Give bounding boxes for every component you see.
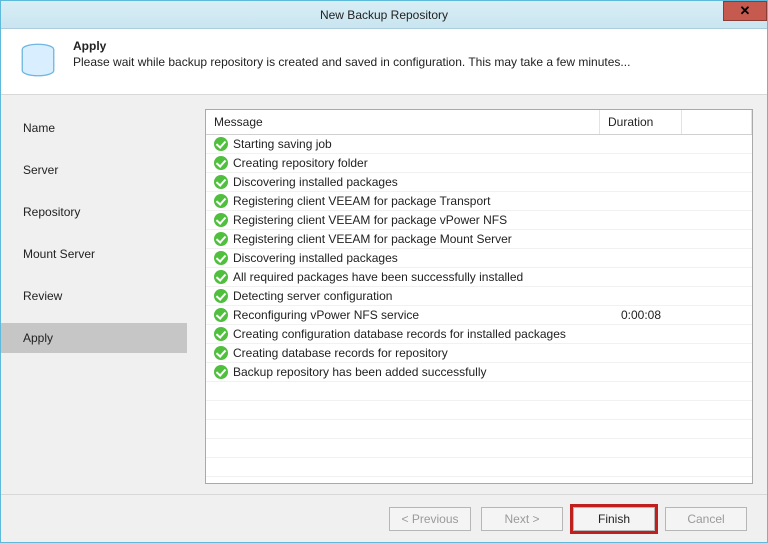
log-message-text: Registering client VEEAM for package vPo… (233, 213, 507, 227)
table-row: Creating database records for repository (206, 344, 752, 363)
table-row: Registering client VEEAM for package Tra… (206, 192, 752, 211)
check-icon (214, 194, 228, 208)
check-icon (214, 327, 228, 341)
table-row: Registering client VEEAM for package Mou… (206, 230, 752, 249)
check-icon (214, 232, 228, 246)
sidebar-item-server[interactable]: Server (1, 155, 187, 185)
log-message-text: Registering client VEEAM for package Tra… (233, 194, 490, 208)
log-message-text: Starting saving job (233, 137, 332, 151)
table-row (206, 401, 752, 420)
log-duration-text (600, 154, 682, 172)
wizard-footer: < Previous Next > Finish Cancel (1, 494, 767, 542)
log-duration-text (600, 211, 682, 229)
log-message-text: Discovering installed packages (233, 175, 398, 189)
log-message-text: All required packages have been successf… (233, 270, 523, 284)
sidebar-item-apply[interactable]: Apply (1, 323, 187, 353)
log-message-text: Registering client VEEAM for package Mou… (233, 232, 512, 246)
log-duration-text (600, 249, 682, 267)
repository-icon (17, 39, 59, 84)
check-icon (214, 251, 228, 265)
next-button: Next > (481, 507, 563, 531)
wizard-content: Name Server Repository Mount Server Review Ap… (1, 95, 767, 494)
table-row: Starting saving job (206, 135, 752, 154)
table-row: All required packages have been successf… (206, 268, 752, 287)
log-message-text: Backup repository has been added success… (233, 365, 486, 379)
sidebar-item-repository[interactable]: Repository (1, 197, 187, 227)
log-duration-text (600, 192, 682, 210)
sidebar-item-review[interactable]: Review (1, 281, 187, 311)
check-icon (214, 346, 228, 360)
log-message-text: Creating configuration database records … (233, 327, 566, 341)
column-header-message[interactable]: Message (206, 110, 600, 134)
table-row (206, 382, 752, 401)
log-duration-text (600, 344, 682, 362)
cancel-button: Cancel (665, 507, 747, 531)
page-title: Apply (73, 39, 630, 53)
table-body: Starting saving job Creating repository f… (206, 135, 752, 477)
titlebar: New Backup Repository ✕ (1, 1, 767, 29)
check-icon (214, 175, 228, 189)
close-button[interactable]: ✕ (723, 1, 767, 21)
previous-button: < Previous (389, 507, 471, 531)
wizard-header: Apply Please wait while backup repositor… (1, 29, 767, 95)
wizard-steps-sidebar: Name Server Repository Mount Server Review Ap… (1, 95, 187, 494)
log-message-text: Reconfiguring vPower NFS service (233, 308, 419, 322)
table-row: Registering client VEEAM for package vPo… (206, 211, 752, 230)
progress-log-table: Message Duration Starting saving job Crea… (205, 109, 753, 484)
table-row: Discovering installed packages (206, 249, 752, 268)
log-duration-text: 0:00:08 (600, 306, 682, 324)
log-duration-text (600, 325, 682, 343)
table-row: Creating repository folder (206, 154, 752, 173)
table-row: Detecting server configuration (206, 287, 752, 306)
column-header-duration[interactable]: Duration (600, 110, 682, 134)
finish-button[interactable]: Finish (573, 507, 655, 531)
log-message-text: Discovering installed packages (233, 251, 398, 265)
column-header-spare (682, 110, 752, 134)
check-icon (214, 308, 228, 322)
sidebar-item-mount-server[interactable]: Mount Server (1, 239, 187, 269)
table-row: Reconfiguring vPower NFS service 0:00:08 (206, 306, 752, 325)
close-icon: ✕ (740, 3, 751, 19)
table-row: Discovering installed packages (206, 173, 752, 192)
wizard-main-pane: Message Duration Starting saving job Crea… (187, 95, 767, 494)
sidebar-item-name[interactable]: Name (1, 113, 187, 143)
table-row: Backup repository has been added success… (206, 363, 752, 382)
log-duration-text (600, 173, 682, 191)
log-duration-text (600, 287, 682, 305)
check-icon (214, 270, 228, 284)
table-header: Message Duration (206, 110, 752, 135)
table-row: Creating configuration database records … (206, 325, 752, 344)
log-duration-text (600, 135, 682, 153)
table-row (206, 420, 752, 439)
check-icon (214, 365, 228, 379)
header-text-group: Apply Please wait while backup repositor… (73, 39, 630, 69)
check-icon (214, 289, 228, 303)
log-duration-text (600, 363, 682, 381)
log-duration-text (600, 230, 682, 248)
log-duration-text (600, 268, 682, 286)
window-title: New Backup Repository (320, 8, 448, 22)
log-message-text: Creating database records for repository (233, 346, 448, 360)
check-icon (214, 213, 228, 227)
check-icon (214, 137, 228, 151)
page-description: Please wait while backup repository is c… (73, 55, 630, 69)
check-icon (214, 156, 228, 170)
log-message-text: Creating repository folder (233, 156, 368, 170)
table-row (206, 439, 752, 458)
log-message-text: Detecting server configuration (233, 289, 392, 303)
table-row (206, 458, 752, 477)
